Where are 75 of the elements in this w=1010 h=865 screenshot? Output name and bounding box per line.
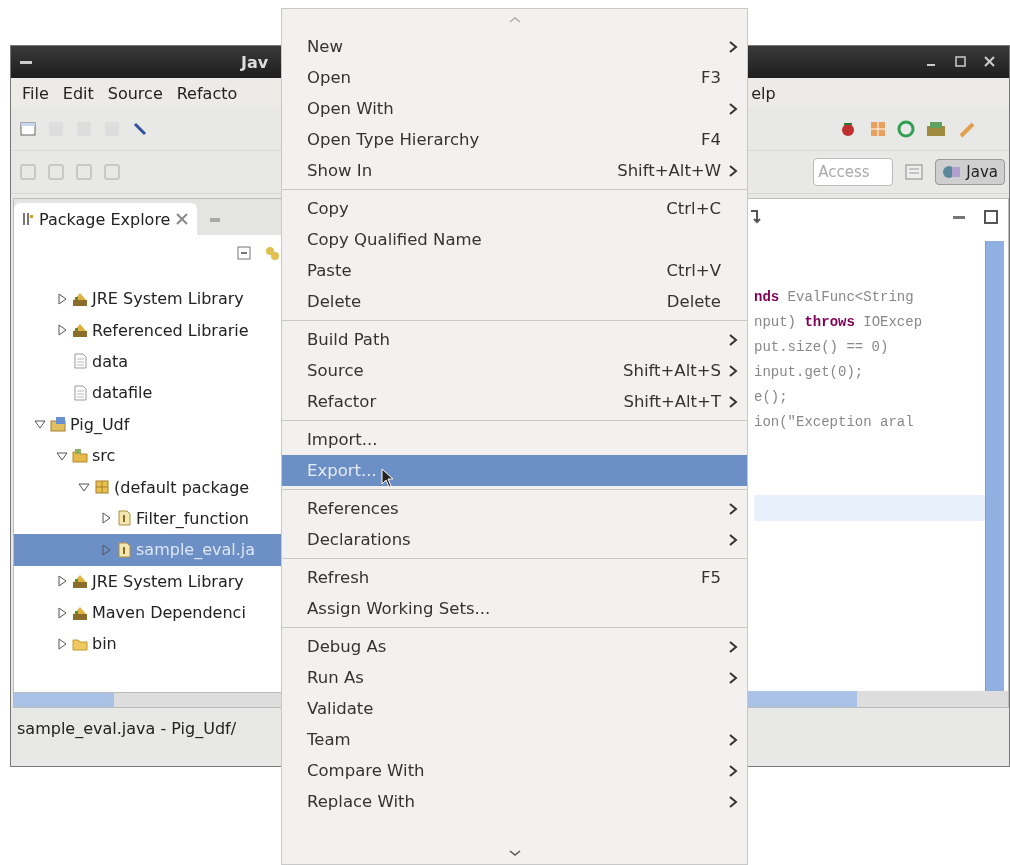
menu-item[interactable]: Copy Qualified Name — [282, 224, 747, 255]
code-line: put.size() == 0) — [754, 338, 890, 357]
collapsed-arrow-icon — [56, 575, 68, 588]
menu-item[interactable]: elp — [744, 81, 783, 105]
menu-item[interactable]: Assign Working Sets... — [282, 593, 747, 624]
menu-item[interactable]: File — [15, 81, 56, 105]
menu-item[interactable]: Open Type Hierarchy F4 — [282, 124, 747, 155]
menu-item[interactable]: Source — [100, 81, 170, 105]
toolbar-icon — [103, 163, 121, 181]
collapsed-arrow-icon — [56, 292, 68, 305]
quick-access-field[interactable]: Access — [813, 158, 894, 186]
collapsed-arrow-icon — [56, 324, 68, 337]
code-line: input.get(0); — [754, 363, 865, 382]
menu-item[interactable]: Refacto — [169, 81, 245, 105]
menu-item[interactable]: New — [282, 31, 747, 62]
menu-item[interactable]: Open F3 — [282, 62, 747, 93]
perspective-icon — [903, 162, 926, 182]
toolbar-icon — [47, 163, 65, 181]
java-perspective-button[interactable]: Java — [935, 159, 1005, 185]
status-text: sample_eval.java - Pig_Udf/ — [17, 718, 237, 738]
menu-item[interactable]: Show In Shift+Alt+W — [282, 155, 747, 186]
expanded-arrow-icon — [34, 418, 46, 431]
circle-icon — [897, 120, 915, 138]
package-icon — [94, 479, 110, 496]
code-line: nds EvalFunc<String — [754, 288, 915, 307]
vertical-scrollbar[interactable] — [985, 241, 1004, 691]
menu-item[interactable]: Delete Delete — [282, 286, 747, 317]
menu-item[interactable]: Source Shift+Alt+S — [282, 355, 747, 386]
toolbar-icon — [19, 163, 37, 181]
menu-item[interactable]: Refactor Shift+Alt+T — [282, 386, 747, 417]
collapsed-arrow-icon — [56, 606, 68, 619]
menu-item[interactable]: Paste Ctrl+V — [282, 255, 747, 286]
menu-item[interactable]: Debug As — [282, 631, 747, 662]
folder-icon — [72, 636, 88, 652]
project-icon — [50, 416, 66, 433]
maximize-icon — [984, 210, 998, 224]
collapsed-arrow-icon — [100, 543, 112, 556]
source-folder-icon — [72, 447, 88, 464]
menu-item[interactable]: Copy Ctrl+C — [282, 193, 747, 224]
file-icon — [72, 384, 88, 401]
link-icon — [264, 245, 280, 261]
menu-item[interactable]: Compare With — [282, 755, 747, 786]
menu-item[interactable]: Import... — [282, 424, 747, 455]
stack-icon — [925, 120, 947, 138]
menu-item[interactable]: Edit — [55, 81, 101, 105]
java-perspective-icon — [942, 163, 963, 181]
menu-item[interactable]: References — [282, 493, 747, 524]
java-file-icon — [116, 510, 132, 527]
window-title: Jav — [239, 52, 270, 72]
code-line: nput) throws IOExcep — [754, 313, 924, 332]
menu-item[interactable]: Build Path — [282, 324, 747, 355]
code-line: e(); — [754, 388, 789, 407]
menu-item[interactable]: Open With — [282, 93, 747, 124]
toolbar-icon — [75, 163, 93, 181]
file-icon — [72, 353, 88, 370]
library-icon — [72, 573, 88, 590]
package-explorer-tab[interactable]: Package Explore — [14, 203, 198, 235]
collapse-all-icon — [236, 245, 252, 261]
menu-item[interactable]: Replace With — [282, 786, 747, 817]
collapsed-arrow-icon — [56, 638, 68, 650]
library-icon — [72, 322, 88, 339]
close-icon — [175, 212, 190, 226]
grid-icon — [869, 120, 887, 138]
java-file-icon — [116, 541, 132, 558]
menu-item[interactable]: Validate — [282, 693, 747, 724]
new-window-icon — [19, 120, 37, 138]
collapsed-arrow-icon — [100, 512, 112, 525]
mouse-cursor-icon — [380, 467, 395, 488]
package-explorer-icon — [22, 211, 34, 227]
menu-item[interactable]: Run As — [282, 662, 747, 693]
expanded-arrow-icon — [78, 481, 90, 494]
jump-icon — [748, 208, 764, 226]
menu-item[interactable]: Team — [282, 724, 747, 755]
code-line: ion("Exception aral — [754, 413, 915, 432]
expanded-arrow-icon — [56, 449, 68, 462]
